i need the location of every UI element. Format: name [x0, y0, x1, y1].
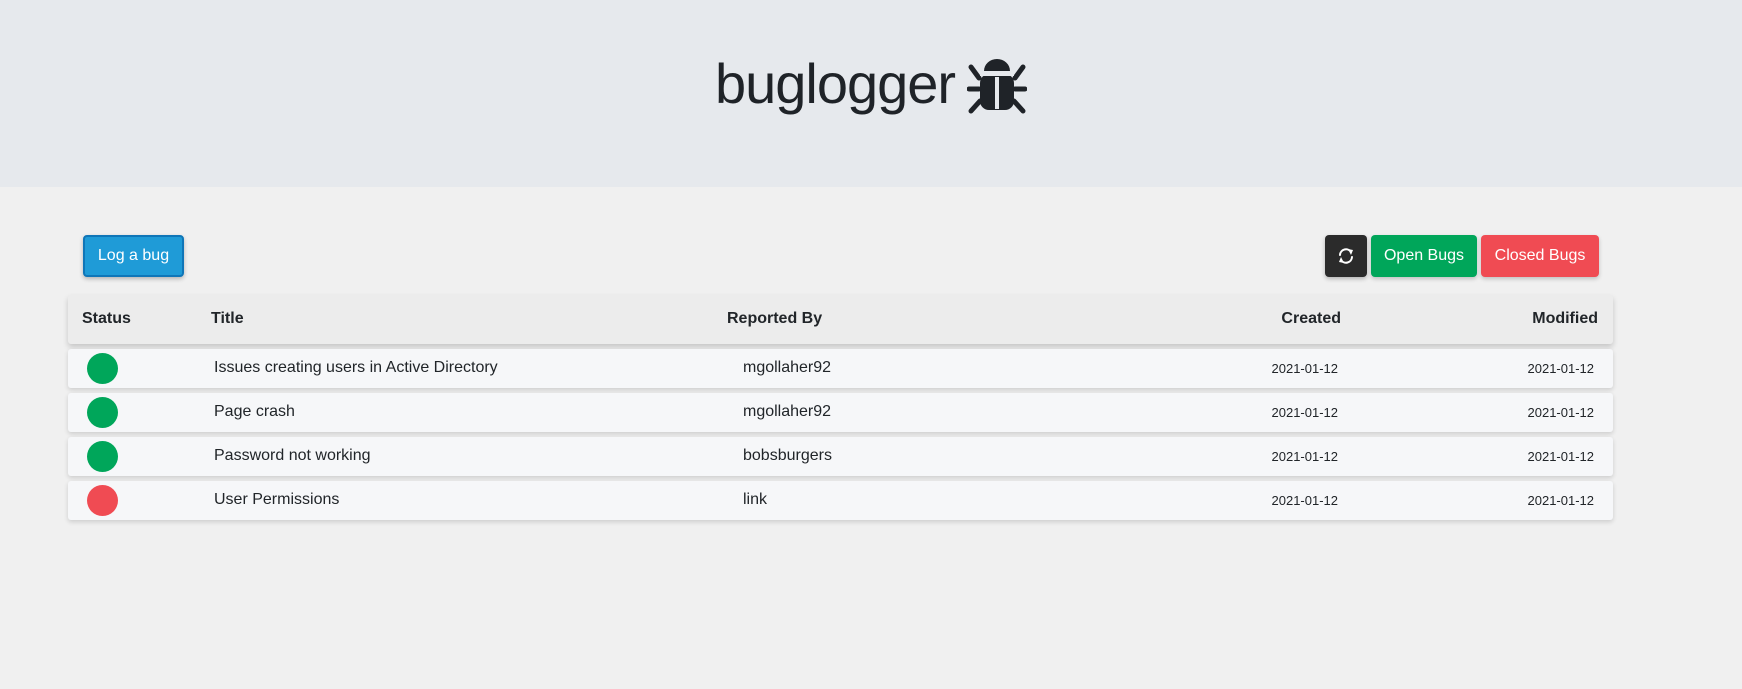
table-row[interactable]: Issues creating users in Active Director…	[68, 349, 1613, 388]
bug-reporter: mgollaher92	[743, 403, 832, 420]
closed-bugs-button[interactable]: Closed Bugs	[1481, 235, 1599, 277]
bug-title: User Permissions	[214, 491, 340, 508]
bug-modified-date: 2021-01-12	[1527, 405, 1595, 420]
brand: buglogger	[0, 48, 1742, 120]
bug-title: Password not working	[214, 447, 371, 464]
page-header: buglogger	[0, 0, 1742, 187]
bug-created-date: 2021-01-12	[1271, 405, 1339, 420]
table-row[interactable]: Password not working bobsburgers 2021-01…	[68, 437, 1613, 476]
bug-reporter: mgollaher92	[743, 359, 832, 376]
table-row[interactable]: Page crash mgollaher92 2021-01-12 2021-0…	[68, 393, 1613, 432]
status-indicator	[87, 441, 118, 472]
bug-modified-date: 2021-01-12	[1527, 493, 1595, 508]
status-indicator	[87, 353, 118, 384]
bug-modified-date: 2021-01-12	[1527, 449, 1595, 464]
status-indicator	[87, 485, 118, 516]
table-row[interactable]: User Permissions link 2021-01-12 2021-01…	[68, 481, 1613, 520]
log-bug-button[interactable]: Log a bug	[83, 235, 184, 277]
bug-modified-date: 2021-01-12	[1527, 361, 1595, 376]
column-header-reported-by[interactable]: Reported By	[727, 310, 822, 328]
refresh-button[interactable]	[1325, 235, 1367, 277]
column-header-status[interactable]: Status	[82, 310, 131, 328]
refresh-icon	[1339, 248, 1353, 264]
table-header: Status Title Reported By Created Modifie…	[68, 295, 1613, 344]
bug-title: Issues creating users in Active Director…	[214, 359, 498, 376]
open-bugs-button[interactable]: Open Bugs	[1371, 235, 1477, 277]
bug-title: Page crash	[214, 403, 295, 420]
bug-list: Issues creating users in Active Director…	[68, 349, 1613, 525]
bug-icon	[967, 59, 1028, 114]
app-title: buglogger	[714, 52, 956, 115]
bug-created-date: 2021-01-12	[1271, 493, 1339, 508]
bug-reporter: bobsburgers	[743, 447, 832, 464]
column-header-modified[interactable]: Modified	[1532, 310, 1598, 328]
bug-reporter: link	[743, 491, 768, 508]
status-indicator	[87, 397, 118, 428]
bug-created-date: 2021-01-12	[1271, 449, 1339, 464]
column-header-created[interactable]: Created	[1281, 310, 1341, 328]
column-header-title[interactable]: Title	[211, 310, 244, 328]
bug-created-date: 2021-01-12	[1271, 361, 1339, 376]
